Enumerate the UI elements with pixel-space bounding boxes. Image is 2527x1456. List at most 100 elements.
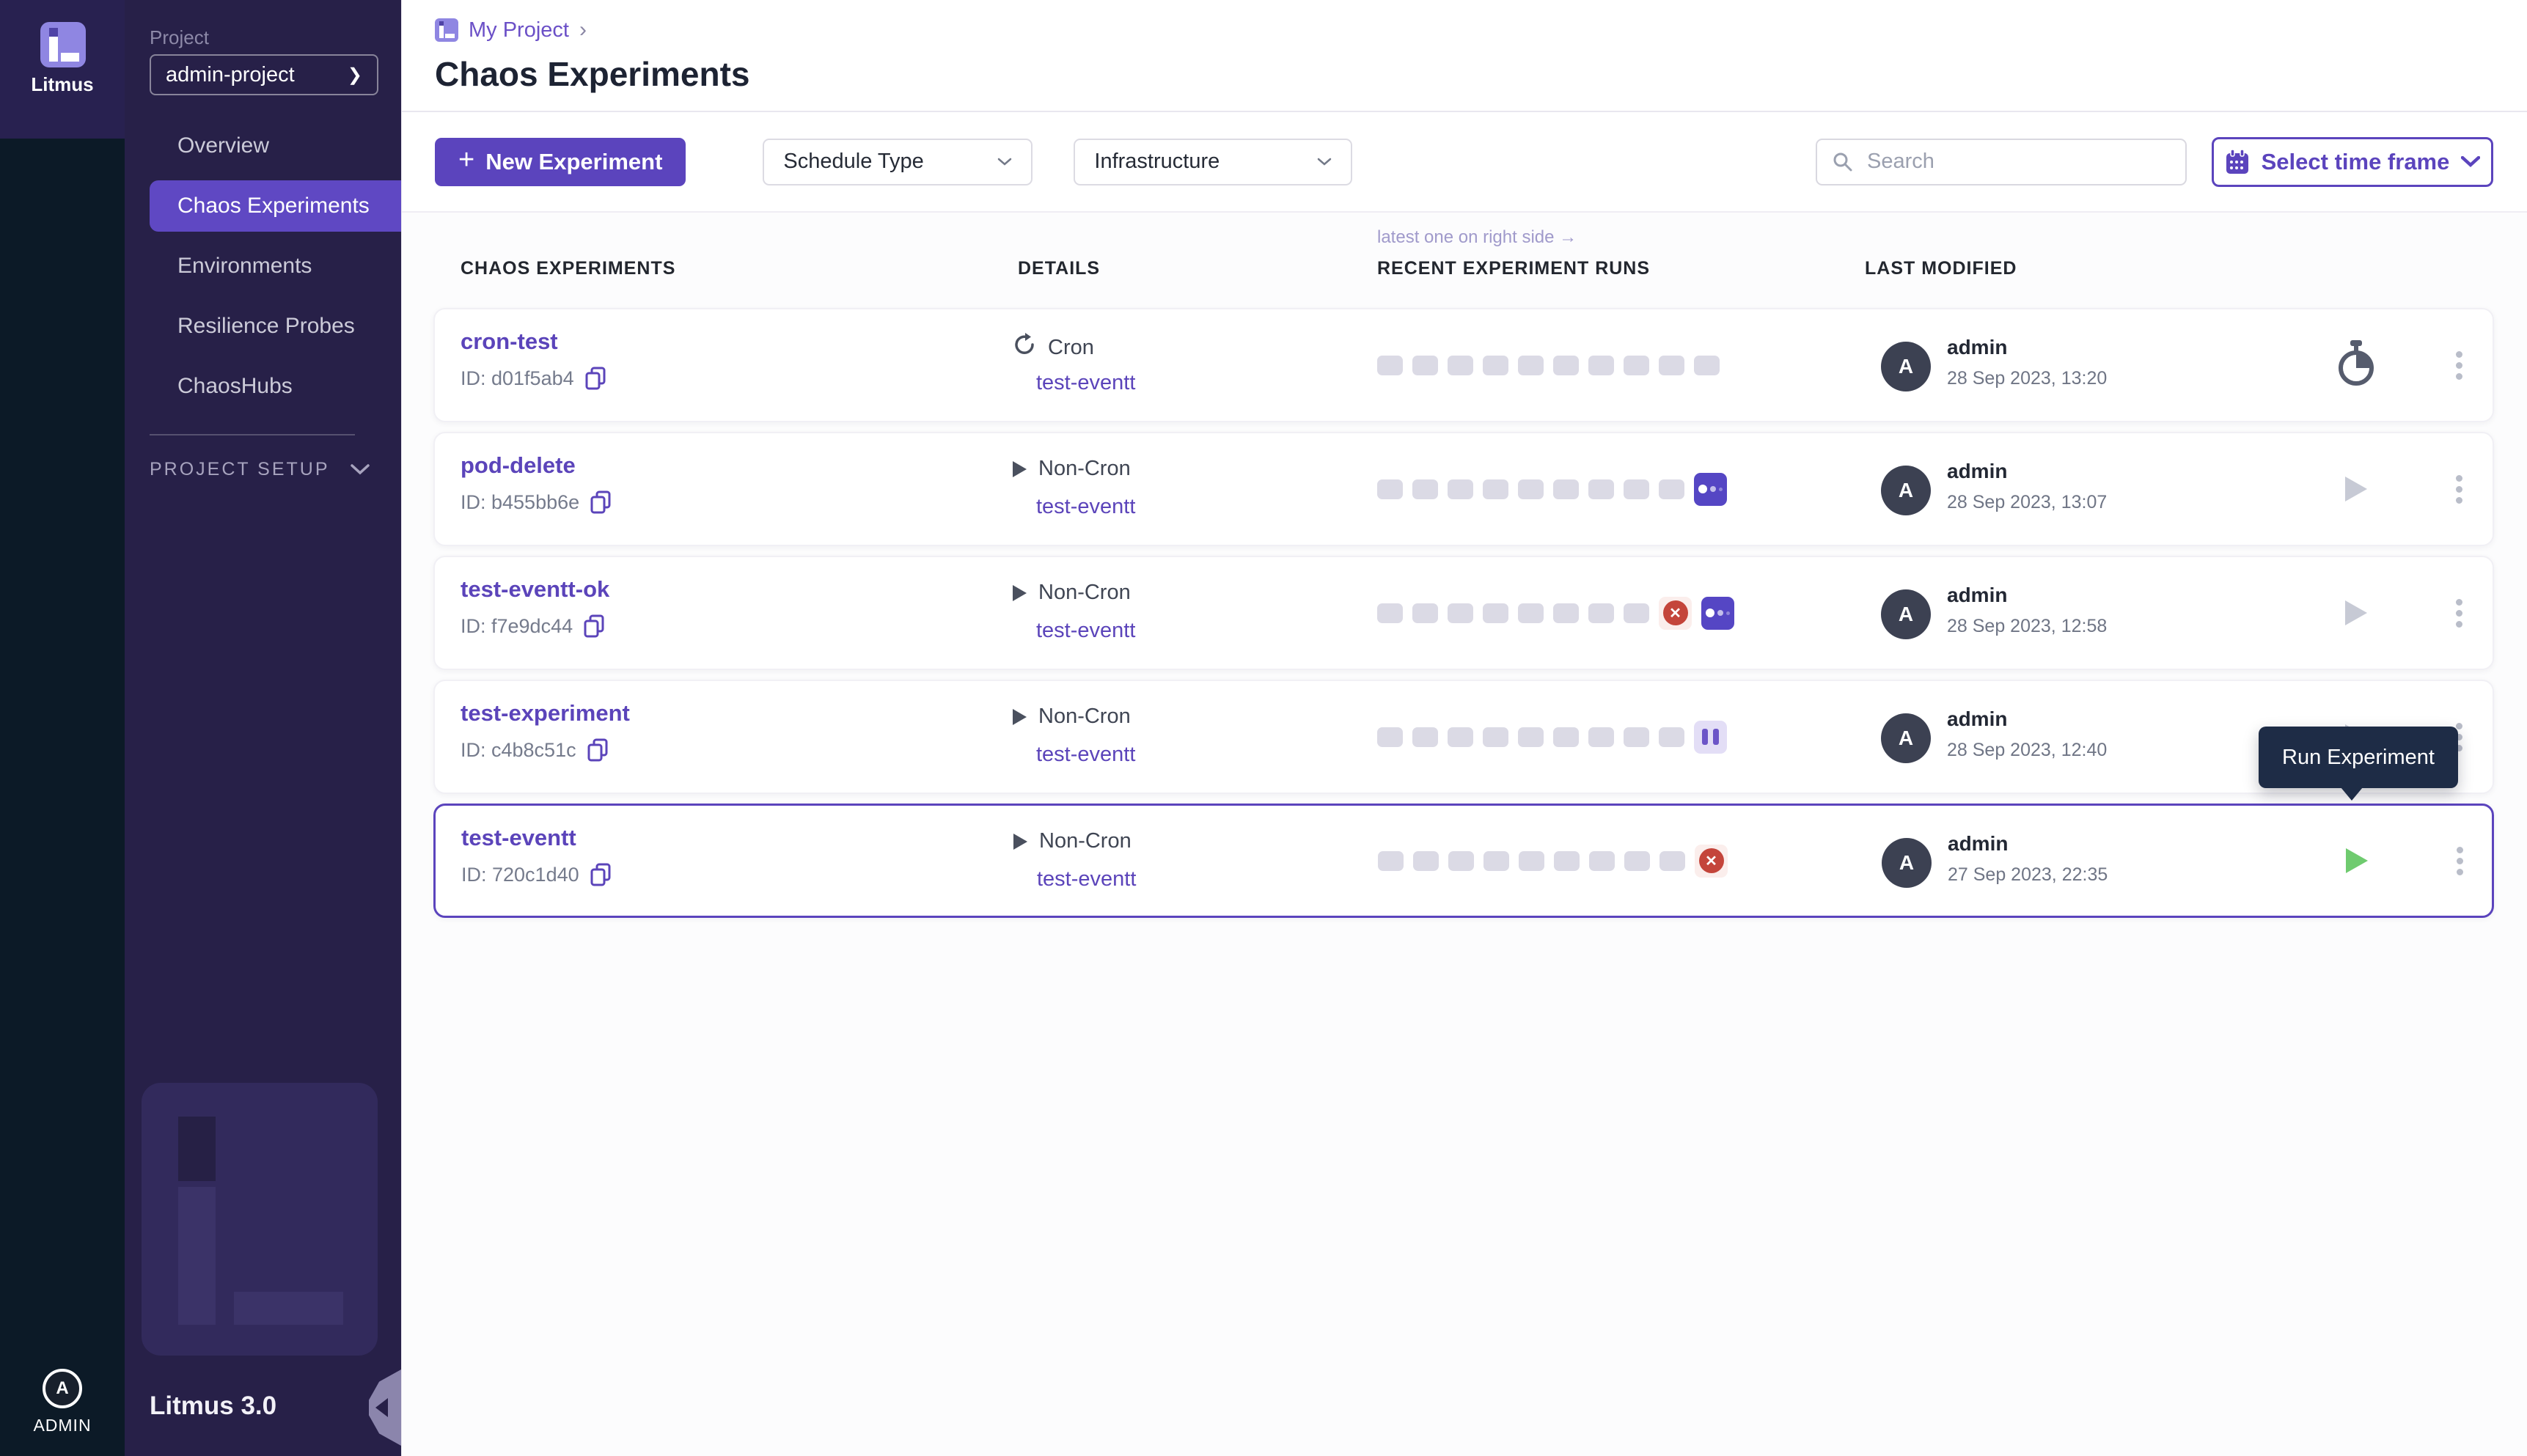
run-empty[interactable] xyxy=(1553,356,1579,375)
run-empty[interactable] xyxy=(1588,479,1614,499)
experiment-name-link[interactable]: cron-test xyxy=(461,328,558,355)
run-experiment-button[interactable] xyxy=(2345,477,2367,501)
experiment-name-link[interactable]: test-experiment xyxy=(461,700,630,727)
experiment-row[interactable]: test-experiment ID: c4b8c51c Non-Cron te… xyxy=(433,680,2494,794)
experiment-row[interactable]: test-eventt ID: 720c1d40 Non-Cron test-e… xyxy=(433,804,2494,918)
search-input[interactable] xyxy=(1866,149,2171,174)
new-experiment-button[interactable]: + New Experiment xyxy=(435,138,686,186)
litmus-logo-icon[interactable] xyxy=(40,22,86,67)
run-empty[interactable] xyxy=(1412,727,1438,747)
run-empty[interactable] xyxy=(1659,851,1685,871)
row-menu-button[interactable] xyxy=(2445,806,2474,916)
sidebar-item-chaos-experiments[interactable]: Chaos Experiments xyxy=(150,180,401,232)
infrastructure-link[interactable]: test-eventt xyxy=(1036,619,1135,643)
run-empty[interactable] xyxy=(1553,727,1579,747)
run-empty[interactable] xyxy=(1624,727,1649,747)
run-empty[interactable] xyxy=(1448,603,1473,623)
run-experiment-button[interactable] xyxy=(2346,848,2368,873)
run-running-badge[interactable] xyxy=(1701,597,1734,630)
run-empty[interactable] xyxy=(1518,727,1544,747)
copy-icon[interactable] xyxy=(584,367,606,390)
run-empty[interactable] xyxy=(1518,356,1544,375)
experiment-row[interactable]: pod-delete ID: b455bb6e Non-Cron test-ev… xyxy=(433,432,2494,546)
copy-icon[interactable] xyxy=(590,490,612,514)
modified-by: admin xyxy=(1947,584,2007,607)
run-empty[interactable] xyxy=(1483,603,1508,623)
run-empty[interactable] xyxy=(1412,356,1438,375)
row-menu-button[interactable] xyxy=(2444,557,2473,669)
run-failed-badge[interactable]: ✕ xyxy=(1659,597,1692,630)
page-title: Chaos Experiments xyxy=(435,54,2527,94)
run-empty[interactable] xyxy=(1624,356,1649,375)
run-empty[interactable] xyxy=(1448,727,1473,747)
sidebar-item-environments[interactable]: Environments xyxy=(125,236,401,296)
run-empty[interactable] xyxy=(1412,479,1438,499)
run-empty[interactable] xyxy=(1588,356,1614,375)
run-empty[interactable] xyxy=(1624,479,1649,499)
breadcrumb-my-project[interactable]: My Project xyxy=(469,18,569,43)
run-empty[interactable] xyxy=(1553,603,1579,623)
run-empty[interactable] xyxy=(1377,603,1403,623)
experiment-name-link[interactable]: test-eventt-ok xyxy=(461,576,609,603)
run-empty[interactable] xyxy=(1518,603,1544,623)
infrastructure-dropdown[interactable]: Infrastructure xyxy=(1074,139,1352,185)
run-empty[interactable] xyxy=(1483,851,1509,871)
run-empty[interactable] xyxy=(1588,727,1614,747)
run-empty[interactable] xyxy=(1483,356,1508,375)
experiment-id: ID: f7e9dc44 xyxy=(461,615,573,638)
infrastructure-link[interactable]: test-eventt xyxy=(1036,371,1135,395)
select-time-frame-button[interactable]: Select time frame xyxy=(2212,137,2493,187)
run-empty[interactable] xyxy=(1553,479,1579,499)
run-empty[interactable] xyxy=(1554,851,1580,871)
run-empty[interactable] xyxy=(1659,727,1684,747)
sidebar-item-resilience-probes[interactable]: Resilience Probes xyxy=(125,296,401,356)
experiment-row[interactable]: test-eventt-ok ID: f7e9dc44 Non-Cron tes… xyxy=(433,556,2494,670)
run-empty[interactable] xyxy=(1483,479,1508,499)
run-empty[interactable] xyxy=(1624,603,1649,623)
run-empty[interactable] xyxy=(1378,851,1404,871)
schedule-type-dropdown[interactable]: Schedule Type xyxy=(763,139,1033,185)
modified-by: admin xyxy=(1947,336,2007,359)
run-empty[interactable] xyxy=(1589,851,1615,871)
run-empty[interactable] xyxy=(1519,851,1544,871)
row-menu-button[interactable] xyxy=(2444,433,2473,545)
user-avatar[interactable]: A xyxy=(43,1369,82,1408)
infrastructure-link[interactable]: test-eventt xyxy=(1036,743,1135,767)
run-empty[interactable] xyxy=(1659,356,1684,375)
run-empty[interactable] xyxy=(1694,356,1720,375)
run-empty[interactable] xyxy=(1448,479,1473,499)
sidebar-section-project-setup[interactable]: PROJECT SETUP xyxy=(150,459,370,480)
infrastructure-link[interactable]: test-eventt xyxy=(1036,495,1135,519)
run-paused-badge[interactable] xyxy=(1694,721,1727,754)
copy-icon[interactable] xyxy=(587,738,609,762)
run-running-badge[interactable] xyxy=(1694,473,1727,506)
row-menu-button[interactable] xyxy=(2444,309,2473,421)
experiment-row[interactable]: cron-test ID: d01f5ab4 Cron test-eventt xyxy=(433,308,2494,422)
run-empty[interactable] xyxy=(1377,479,1403,499)
modified-date: 27 Sep 2023, 22:35 xyxy=(1948,864,2108,886)
run-empty[interactable] xyxy=(1377,356,1403,375)
sidebar-item-chaoshubs[interactable]: ChaosHubs xyxy=(125,356,401,416)
run-empty[interactable] xyxy=(1448,356,1473,375)
experiment-name-link[interactable]: pod-delete xyxy=(461,452,576,479)
calendar-icon xyxy=(2225,149,2250,175)
copy-icon[interactable] xyxy=(583,614,605,638)
run-empty[interactable] xyxy=(1412,603,1438,623)
run-empty[interactable] xyxy=(1659,479,1684,499)
run-empty[interactable] xyxy=(1624,851,1650,871)
project-selector[interactable]: admin-project ❯ xyxy=(150,54,378,95)
copy-icon[interactable] xyxy=(590,863,612,886)
run-empty[interactable] xyxy=(1448,851,1474,871)
sidebar-collapse-button[interactable] xyxy=(369,1369,401,1446)
run-empty[interactable] xyxy=(1377,727,1403,747)
search-icon xyxy=(1832,151,1854,173)
run-experiment-button[interactable] xyxy=(2345,600,2367,625)
run-empty[interactable] xyxy=(1588,603,1614,623)
run-failed-badge[interactable]: ✕ xyxy=(1695,845,1728,878)
sidebar-item-overview[interactable]: Overview xyxy=(125,116,401,176)
experiment-name-link[interactable]: test-eventt xyxy=(461,825,576,851)
infrastructure-link[interactable]: test-eventt xyxy=(1037,867,1136,891)
run-empty[interactable] xyxy=(1483,727,1508,747)
run-empty[interactable] xyxy=(1413,851,1439,871)
run-empty[interactable] xyxy=(1518,479,1544,499)
